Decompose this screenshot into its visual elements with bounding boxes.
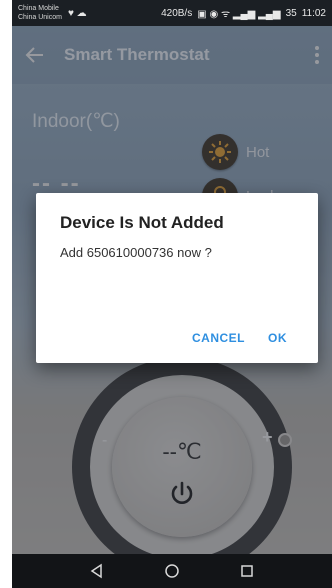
carrier-1: China Mobile (18, 5, 59, 12)
nav-back-icon[interactable] (86, 560, 108, 582)
dialog-title: Device Is Not Added (60, 213, 224, 232)
carrier-2: China Unicom (18, 14, 62, 21)
status-right: 420B/s ▣ ◉ ᯤ ▂▄▆ ▂▄▆ 35 11:02 (161, 6, 326, 21)
ok-button[interactable]: OK (262, 327, 293, 349)
dialog-message: Add 650610000736 now ? (60, 245, 212, 260)
notification-icons: ♥ ☁ (67, 7, 87, 19)
device-not-added-dialog: Device Is Not Added Add 650610000736 now… (36, 193, 318, 363)
battery-level: 35 (285, 7, 297, 19)
signal-icons: ▣ ◉ ᯤ ▂▄▆ ▂▄▆ (197, 9, 281, 20)
net-speed: 420B/s (161, 7, 193, 19)
nav-recents-icon[interactable] (236, 560, 258, 582)
phone-screen: China Mobile China Unicom ♥ ☁ 420B/s ▣ ◉… (12, 0, 332, 588)
battery-indicator: 35 (286, 8, 297, 19)
cancel-button[interactable]: CANCEL (186, 327, 251, 349)
status-left: China Mobile China Unicom ♥ ☁ (18, 4, 87, 22)
nav-home-icon[interactable] (161, 560, 183, 582)
status-bar: China Mobile China Unicom ♥ ☁ 420B/s ▣ ◉… (12, 0, 332, 26)
navigation-bar (12, 554, 332, 588)
clock: 11:02 (301, 7, 326, 19)
carrier-names: China Mobile China Unicom (18, 4, 62, 22)
